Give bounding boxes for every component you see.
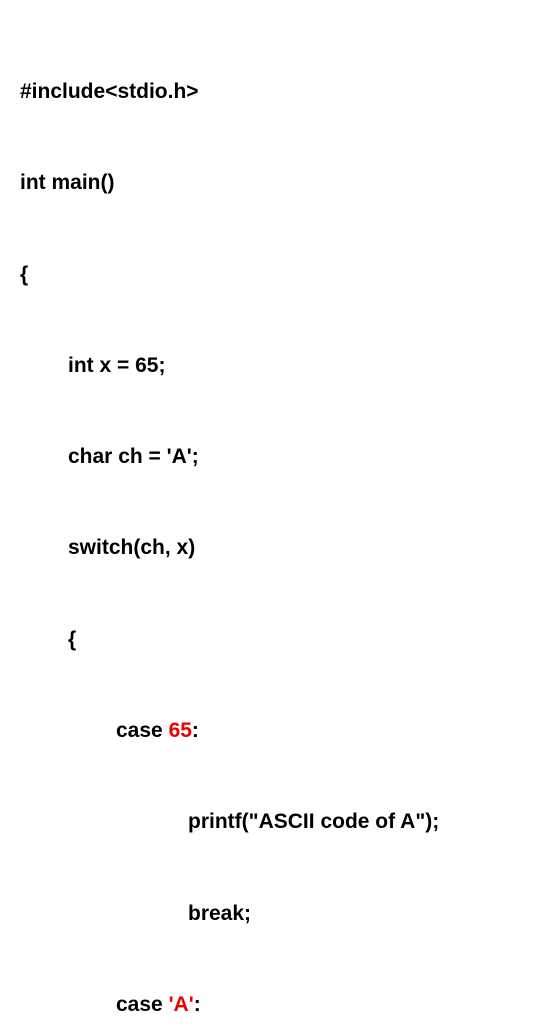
code-text: : (194, 993, 201, 1016)
code-text: case (116, 719, 169, 742)
code-text: break; (188, 902, 251, 925)
code-line: char ch = 'A'; (20, 442, 536, 472)
code-text: int x = 65; (68, 354, 165, 377)
code-text: case (116, 993, 169, 1016)
code-line: printf("ASCII code of A"); (20, 807, 536, 837)
code-text: { (20, 263, 28, 286)
code-line: int x = 65; (20, 351, 536, 381)
code-text: char ch = 'A'; (68, 445, 199, 468)
code-text: { (68, 628, 76, 651)
code-line: switch(ch, x) (20, 533, 536, 563)
code-line: case 65: (20, 716, 536, 746)
code-text: : (192, 719, 199, 742)
code-text: #include<stdio.h> (20, 80, 199, 103)
code-line: int main() (20, 168, 536, 198)
code-line: #include<stdio.h> (20, 77, 536, 107)
highlighted-value: 65 (169, 719, 192, 742)
code-line: break; (20, 899, 536, 929)
highlighted-value: 'A' (169, 993, 194, 1016)
code-line: { (20, 625, 536, 655)
code-text: switch(ch, x) (68, 536, 195, 559)
code-text: printf("ASCII code of A"); (188, 810, 439, 833)
code-line: { (20, 260, 536, 290)
code-snippet: #include<stdio.h> int main() { int x = 6… (20, 16, 536, 1034)
code-text: int main() (20, 171, 115, 194)
code-line: case 'A': (20, 990, 536, 1020)
